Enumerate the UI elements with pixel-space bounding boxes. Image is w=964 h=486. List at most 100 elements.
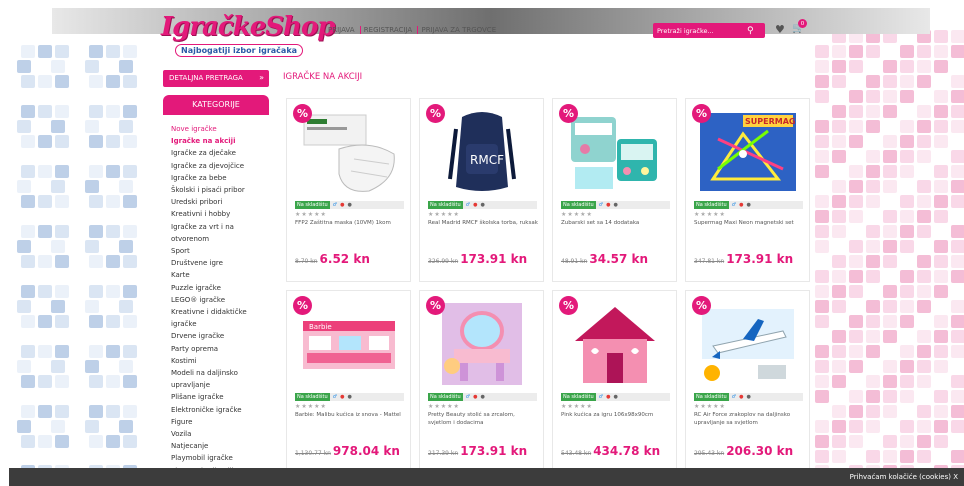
price-row: 217.39 kn 173.91 kn	[428, 440, 527, 459]
gender-icon: ♂	[731, 202, 737, 208]
decor-square	[123, 225, 137, 238]
decor-square	[866, 315, 880, 328]
decor-square	[934, 405, 948, 418]
product-card[interactable]: % Na skladištu ♂ ● ● ★★★★★ RC Air Force zrakop…	[685, 290, 810, 474]
sidebar-category-item[interactable]: Nove igračke	[171, 123, 261, 135]
product-image[interactable]: Barbie	[299, 301, 399, 387]
decor-square	[934, 165, 948, 178]
product-image[interactable]: RMCF	[432, 109, 532, 195]
sidebar-category-item[interactable]: Kreativne i didaktičke igračke	[171, 306, 261, 330]
product-image[interactable]	[565, 301, 665, 387]
product-name[interactable]: Pink kućica za igru 106x98x90cm	[561, 412, 673, 420]
sidebar-category-item[interactable]: Figure	[171, 416, 261, 428]
sidebar-category-item[interactable]: Elektroničke igračke	[171, 404, 261, 416]
product-image[interactable]	[698, 301, 798, 387]
sidebar-category-item[interactable]: LEGO® igračke	[171, 294, 261, 306]
sidebar-category-item[interactable]: Igračke za djevojčice	[171, 160, 261, 172]
product-card[interactable]: RMCF% Na skladištu ♂ ● ● ★★★★★ Real Madrid RMC…	[419, 98, 544, 282]
decor-square	[123, 375, 137, 388]
detailed-search-button[interactable]: DETALJNA PRETRAGA »	[163, 70, 269, 87]
sidebar-category-item[interactable]: Drvene igračke	[171, 330, 261, 342]
product-name[interactable]: Zubarski set sa 14 dodataka	[561, 220, 673, 228]
sidebar-category-item[interactable]: Plišane igračke	[171, 391, 261, 403]
new-price: 434.78 kn	[593, 444, 661, 458]
sidebar-category-item[interactable]: Uredski pribori	[171, 196, 261, 208]
sidebar-category-item[interactable]: Igračke za dječake	[171, 147, 261, 159]
old-price: 347.81 kn	[694, 258, 725, 265]
location-pin-icon: ●	[606, 202, 611, 208]
register-link[interactable]: REGISTRACIJA	[359, 26, 416, 34]
decor-square	[55, 225, 69, 238]
decor-square	[883, 60, 897, 73]
decor-square	[17, 300, 31, 313]
decor-square	[815, 150, 829, 163]
sidebar-category-item[interactable]: Igračke na akciji	[171, 135, 261, 147]
product-name[interactable]: RC Air Force zrakoplov na daljinsko upra…	[694, 412, 806, 427]
sidebar-category-item[interactable]: Playmobil igračke	[171, 452, 261, 464]
product-card[interactable]: % Na skladištu ♂ ● ● ★★★★★ FFP2 Zaštitna maska…	[286, 98, 411, 282]
decor-square	[815, 90, 829, 103]
decor-square	[832, 300, 846, 313]
sidebar-category-item[interactable]: Kreativni i hobby	[171, 208, 261, 220]
decor-square	[951, 225, 964, 238]
merchant-login-link[interactable]: PRIJAVA ZA TRGOVCE	[417, 26, 500, 34]
stock-status: Na skladištu	[428, 201, 463, 209]
sidebar-category-item[interactable]: Party oprema	[171, 343, 261, 355]
stock-row: Na skladištu ♂ ● ●	[694, 201, 803, 209]
decor-square	[815, 375, 829, 388]
decor-square	[866, 225, 880, 238]
decor-square	[900, 360, 914, 373]
product-image[interactable]	[432, 301, 532, 387]
decor-square	[866, 45, 880, 58]
sidebar-category-item[interactable]: Igračke za vrt i na otvorenom	[171, 221, 261, 245]
sidebar-category-item[interactable]: Vozila	[171, 428, 261, 440]
decor-square	[89, 315, 103, 328]
decor-square	[934, 255, 948, 268]
decor-square	[934, 240, 948, 253]
sidebar-category-item[interactable]: Karte	[171, 269, 261, 281]
product-card[interactable]: SUPERMAG% Na skladištu ♂ ● ● ★★★★★ Supermag Ma…	[685, 98, 810, 282]
decor-square	[900, 45, 914, 58]
product-card[interactable]: Barbie% Na skladištu ♂ ● ● ★★★★★ Barbie: Malib…	[286, 290, 411, 474]
search-icon[interactable]: ⚲	[747, 26, 754, 36]
product-card[interactable]: % Na skladištu ♂ ● ● ★★★★★ Zubarski set sa 14 …	[552, 98, 677, 282]
decor-square	[866, 150, 880, 163]
product-card[interactable]: % Na skladištu ♂ ● ● ★★★★★ Pink kućica za igru…	[552, 290, 677, 474]
product-name[interactable]: Real Madrid RMCF školska torba, ruksak	[428, 220, 540, 228]
product-name[interactable]: Supermag Maxi Neon magnetski set	[694, 220, 806, 228]
decor-square	[849, 90, 863, 103]
decor-square	[123, 315, 137, 328]
heart-icon[interactable]: ♥	[775, 23, 785, 36]
decor-square	[815, 360, 829, 373]
categories-header[interactable]: KATEGORIJE	[163, 95, 269, 115]
product-card[interactable]: % Na skladištu ♂ ● ● ★★★★★ Pretty Beauty stoli…	[419, 290, 544, 474]
sidebar-category-item[interactable]: Puzzle igračke	[171, 282, 261, 294]
search-input[interactable]	[653, 26, 743, 35]
product-name[interactable]: Pretty Beauty stolić sa zrcalom, svjetlo…	[428, 412, 540, 427]
sidebar-category-item[interactable]: Kostimi	[171, 355, 261, 367]
decor-square	[951, 315, 964, 328]
decor-square	[849, 105, 863, 118]
decor-square	[51, 120, 65, 133]
decor-square	[849, 165, 863, 178]
decor-square	[106, 195, 120, 208]
decor-square	[849, 360, 863, 373]
sidebar-category-item[interactable]: Modeli na daljinsko upravljanje	[171, 367, 261, 391]
sidebar-category-item[interactable]: Sport	[171, 245, 261, 257]
logo[interactable]: IgračkeShop Najbogatiji izbor igračaka	[161, 12, 335, 58]
product-image[interactable]	[565, 109, 665, 195]
login-link[interactable]: PRIJAVA	[325, 26, 358, 34]
decor-square	[21, 405, 35, 418]
product-image[interactable]	[299, 109, 399, 195]
cookie-accept-button[interactable]: Prihvaćam kolačiće (cookies) X	[850, 473, 958, 481]
sidebar-category-item[interactable]: Igračke za bebe	[171, 172, 261, 184]
sidebar-category-item[interactable]: Školski i pisaći pribor	[171, 184, 261, 196]
product-image[interactable]: SUPERMAG	[698, 109, 798, 195]
decor-square	[849, 180, 863, 193]
product-name[interactable]: FFP2 Zaštitna maska (10VM) 1kom	[295, 220, 407, 228]
sidebar-category-item[interactable]: Natjecanje	[171, 440, 261, 452]
decor-square	[917, 105, 931, 118]
product-name[interactable]: Barbie: Malibu kućica iz snova - Mattel	[295, 412, 407, 420]
decor-square	[900, 75, 914, 88]
sidebar-category-item[interactable]: Društvene igre	[171, 257, 261, 269]
